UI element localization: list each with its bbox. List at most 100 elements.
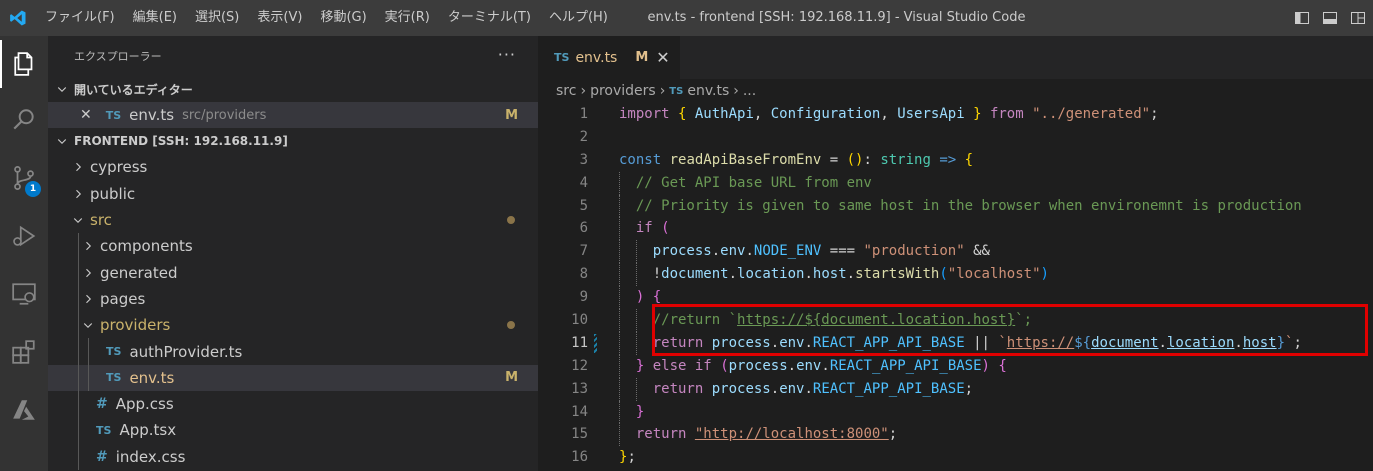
menu-item[interactable]: ヘルプ(H): [540, 0, 617, 36]
indent-guide: [619, 423, 620, 447]
title-bar: ファイル(F) 編集(E) 選択(S) 表示(V) 移動(G) 実行(R) ターミナル(T)…: [0, 0, 1373, 36]
menu-item[interactable]: 移動(G): [311, 0, 375, 36]
code-text: import { AuthApi, Configuration, UsersAp…: [619, 106, 1159, 122]
chevron-down-icon: [70, 212, 86, 228]
chevron-right-icon: ›: [733, 83, 739, 99]
chevron-right-icon: [80, 265, 96, 281]
chevron-down-icon: [54, 81, 70, 97]
code-text: }: [635, 403, 645, 420]
indent-guide: [619, 354, 620, 378]
indent-guide: [78, 417, 79, 444]
menu-item[interactable]: ターミナル(T): [439, 0, 540, 36]
menu-bar: ファイル(F) 編集(E) 選択(S) 表示(V) 移動(G) 実行(R) ターミナル(T)…: [36, 0, 617, 36]
tree-item[interactable]: TS env.ts M: [48, 364, 538, 391]
indent-guide: [88, 338, 89, 365]
code-text: // Priority is given to same host in the…: [635, 197, 1302, 214]
indent-guide: [635, 377, 637, 401]
line-number: 3: [579, 151, 588, 168]
indent-guide: [78, 443, 79, 470]
menu-item[interactable]: 実行(R): [376, 0, 439, 36]
toggle-panel-icon[interactable]: [1321, 9, 1339, 27]
tree-item[interactable]: generated: [48, 259, 538, 286]
modified-dot: [507, 321, 515, 330]
open-editors-header[interactable]: 開いているエディター: [48, 76, 538, 102]
line-number: 8: [579, 266, 588, 283]
indent-guide: [78, 364, 79, 391]
toggle-sidebar-icon[interactable]: [1293, 9, 1311, 27]
tree-item-label: components: [100, 237, 193, 256]
indent-guide: [619, 263, 620, 287]
typescript-file-icon: TS: [669, 85, 684, 97]
code-line: 14}: [538, 400, 1373, 424]
dirty-diff-marker: [594, 333, 597, 353]
typescript-file-icon: TS: [106, 345, 122, 359]
code-line: 1 import { AuthApi, Configuration, UsersA…: [538, 103, 1373, 126]
indent-guide: [619, 194, 620, 218]
code-editor[interactable]: 1 import { AuthApi, Configuration, UsersA…: [538, 103, 1373, 469]
tree-item[interactable]: pages: [48, 285, 538, 313]
sidebar-title: エクスプローラー: [74, 50, 162, 63]
chevron-right-icon: ›: [580, 83, 587, 99]
chevron-right-icon: ›: [659, 83, 666, 99]
tree-item[interactable]: providers: [48, 312, 538, 339]
tree-item[interactable]: # App.css: [48, 390, 538, 418]
indent-guide: [619, 217, 620, 241]
remote-explorer-icon[interactable]: [0, 270, 48, 318]
line-number: 10: [571, 312, 588, 329]
tree-item[interactable]: src: [48, 207, 538, 233]
code-line: 8 !document.location.host.startsWith("loc…: [538, 263, 1373, 287]
customize-layout-icon[interactable]: [1349, 9, 1367, 27]
run-debug-icon[interactable]: [0, 212, 48, 260]
breadcrumb-providers[interactable]: providers: [590, 83, 656, 99]
tree-item[interactable]: # index.css: [48, 443, 538, 470]
close-icon[interactable]: ✕: [656, 48, 669, 67]
breadcrumb-file[interactable]: env.ts: [687, 83, 729, 99]
tab-env-ts[interactable]: TS env.ts M ✕: [538, 36, 680, 79]
menu-item[interactable]: 表示(V): [248, 0, 311, 36]
vscode-logo-icon[interactable]: [0, 0, 36, 36]
explorer-icon[interactable]: [0, 40, 48, 88]
indent-guide: [78, 390, 79, 418]
indent-guide: [619, 400, 620, 424]
open-editor-path: src/providers: [182, 107, 267, 123]
breadcrumb-symbol[interactable]: ...: [743, 83, 756, 99]
chevron-right-icon: [70, 186, 86, 202]
source-control-icon[interactable]: 1: [0, 154, 48, 202]
search-icon[interactable]: [0, 96, 48, 144]
more-actions-icon[interactable]: ···: [498, 45, 516, 64]
folder-header[interactable]: FRONTEND [SSH: 192.168.11.9]: [48, 128, 538, 154]
modified-badge: M: [505, 370, 518, 386]
line-number: 1: [579, 106, 588, 122]
tree-item-label: public: [90, 184, 136, 203]
sidebar-header: エクスプローラー ···: [48, 36, 538, 76]
menu-item[interactable]: 選択(S): [186, 0, 248, 36]
breadcrumb-src[interactable]: src: [556, 83, 576, 99]
line-number: 13: [571, 380, 588, 397]
extensions-icon[interactable]: [0, 328, 48, 376]
line-number: 4: [579, 174, 588, 191]
close-icon[interactable]: ✕: [80, 107, 92, 123]
tree-item[interactable]: TS App.tsx: [48, 417, 538, 444]
open-editor-name: env.ts: [129, 106, 175, 125]
open-editor-item[interactable]: ✕ TS env.ts src/providers M: [48, 102, 538, 129]
layout-controls: [1293, 0, 1367, 36]
tree-item[interactable]: components: [48, 233, 538, 260]
breadcrumb: src › providers › TS env.ts › ...: [538, 79, 1373, 103]
tree-item[interactable]: cypress: [48, 154, 538, 180]
code-text: return process.env.REACT_APP_API_BASE;: [652, 380, 974, 397]
tree-item[interactable]: public: [48, 181, 538, 207]
code-line: 2: [538, 126, 1373, 149]
indent-guide: [635, 331, 637, 355]
chevron-right-icon: [70, 159, 86, 175]
code-text: !document.location.host.startsWith("loca…: [652, 266, 1049, 283]
line-number: 2: [579, 128, 588, 145]
tree-item[interactable]: TS authProvider.ts: [48, 338, 538, 365]
tree-item-label: pages: [100, 289, 146, 308]
indent-guide: [619, 286, 620, 310]
menu-item[interactable]: 編集(E): [124, 0, 186, 36]
chevron-right-icon: [80, 291, 96, 307]
azure-icon[interactable]: [0, 386, 48, 434]
tree-item-label: src: [90, 211, 112, 230]
code-text: } else if (process.env.REACT_APP_API_BAS…: [635, 357, 1007, 374]
menu-item[interactable]: ファイル(F): [36, 0, 124, 36]
